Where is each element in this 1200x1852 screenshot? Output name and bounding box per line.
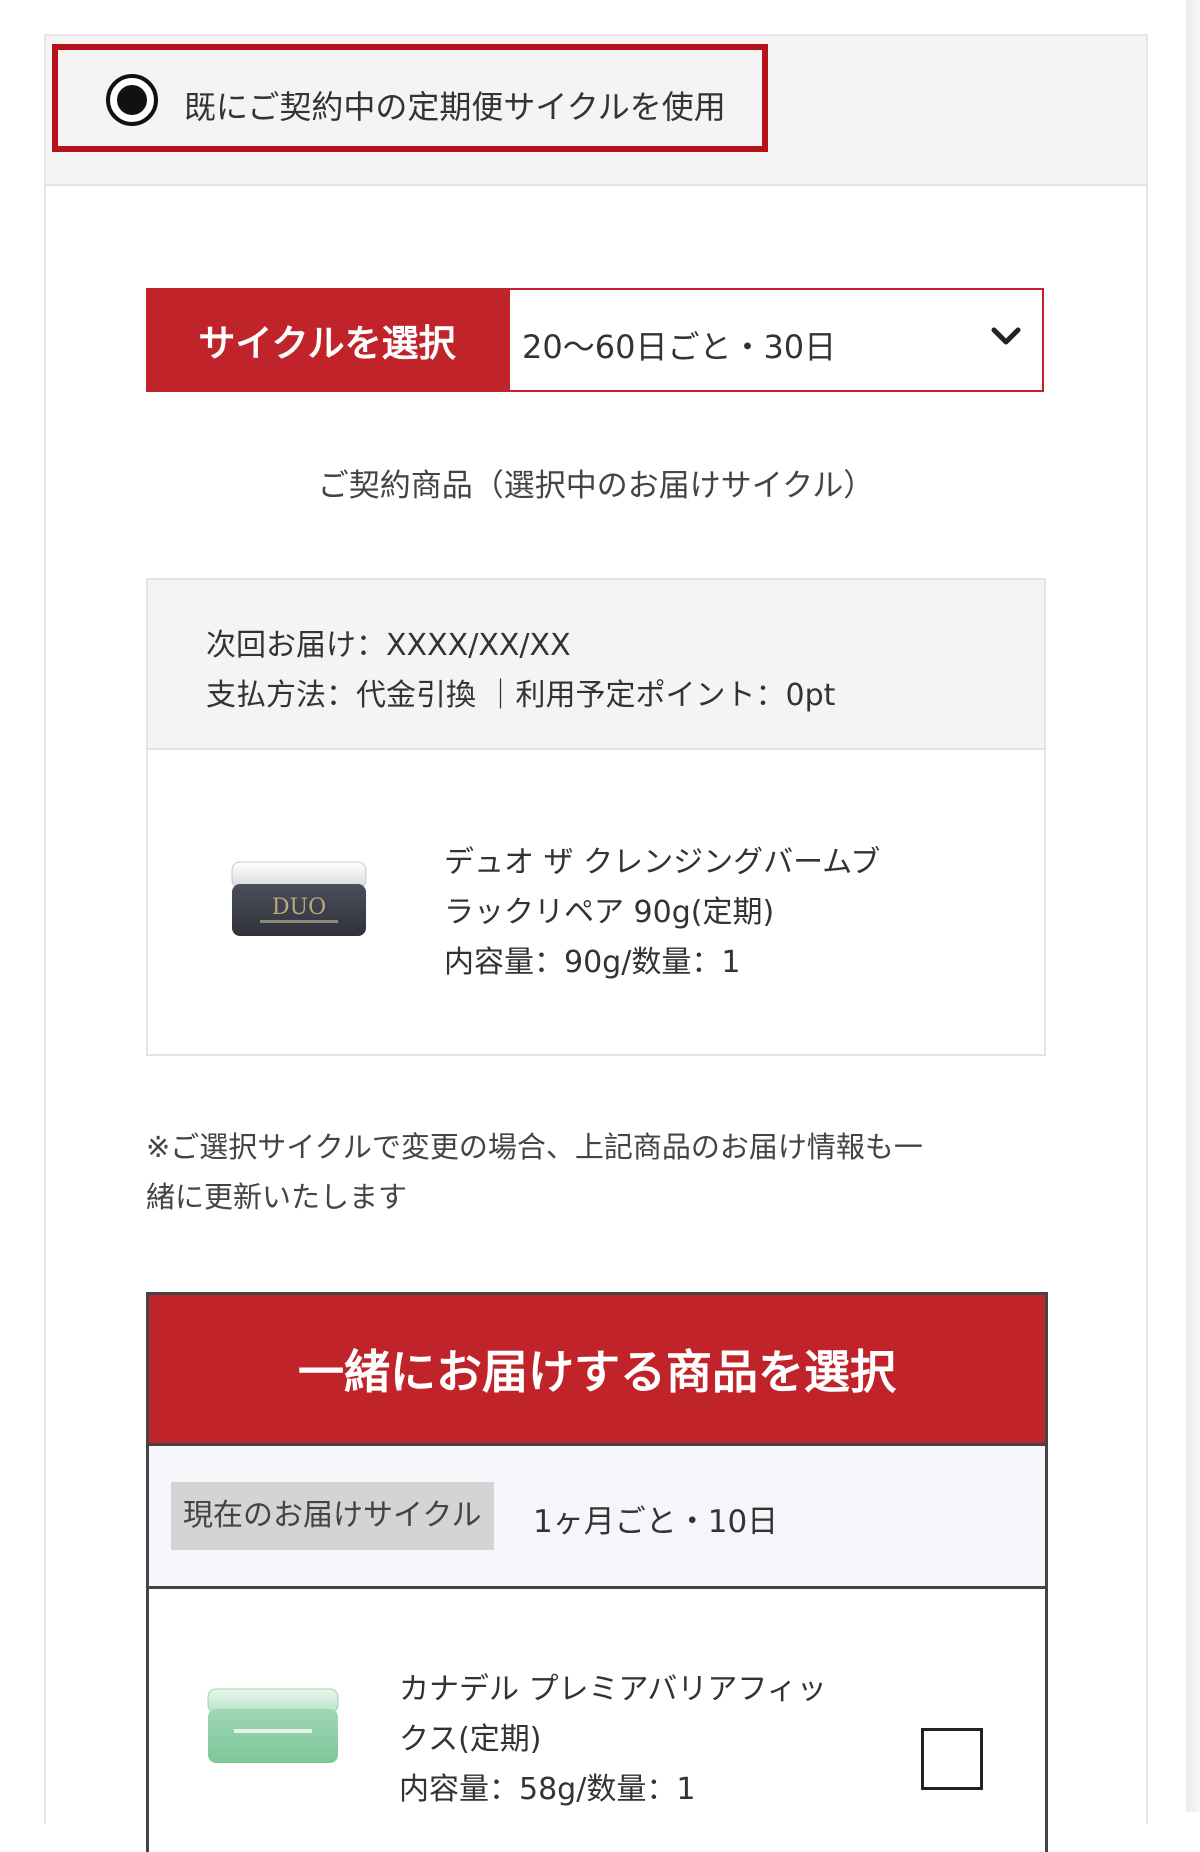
cycle-select-value: 20〜60日ごと・30日: [522, 328, 837, 366]
contract-info: 次回お届け：XXXX/XX/XX 支払方法：代金引換 ｜利用予定ポイント：0pt: [148, 580, 1044, 750]
notice-line2: 緒に更新いたします: [146, 1180, 408, 1214]
bundle-item-name-line2: クス(定期): [399, 1722, 542, 1757]
existing-cycle-radio-label[interactable]: 既にご契約中の定期便サイクルを使用: [184, 82, 726, 128]
bundle-selector-title: 一緒にお届けする商品を選択: [149, 1295, 1045, 1446]
product-name-line2: ラックリペア 90g(定期): [444, 895, 775, 930]
bundle-item-details: カナデル プレミアバリアフィッ クス(定期) 内容量：58g/数量：1: [399, 1665, 827, 1815]
notice-line1: ※ご選択サイクルで変更の場合、上記商品のお届け情報も一: [146, 1130, 923, 1164]
page-scrollbar-gutter: [1186, 0, 1200, 1812]
contract-product-details: デュオ ザ クレンジングバームブ ラックリペア 90g(定期) 内容量：90g/…: [444, 838, 880, 988]
duo-balm-jar-image: DUO: [231, 861, 367, 936]
product-name-line1: デュオ ザ クレンジングバームブ: [444, 845, 881, 880]
contract-product-card: 次回お届け：XXXX/XX/XX 支払方法：代金引換 ｜利用予定ポイント：0pt…: [146, 578, 1046, 1056]
bundle-item-quantity: 内容量：58g/数量：1: [399, 1772, 696, 1807]
radio-option-highlight[interactable]: 既にご契約中の定期便サイクルを使用: [52, 44, 768, 152]
current-cycle-value: 1ヶ月ごと・10日: [533, 1504, 779, 1540]
existing-cycle-radio[interactable]: [106, 74, 158, 126]
contract-products-title: ご契約商品（選択中のお届けサイクル）: [317, 468, 875, 504]
bundle-product-selector: 一緒にお届けする商品を選択 現在のお届けサイクル 1ヶ月ごと・10日 カナデル …: [146, 1292, 1048, 1852]
next-delivery-date: 次回お届け：XXXX/XX/XX: [206, 628, 571, 663]
product-quantity: 内容量：90g/数量：1: [444, 945, 741, 980]
current-cycle-label: 現在のお届けサイクル: [171, 1482, 494, 1550]
cycle-change-notice: ※ご選択サイクルで変更の場合、上記商品のお届け情報も一 緒に更新いたします: [146, 1122, 1046, 1222]
bundle-item-checkbox[interactable]: [921, 1728, 983, 1790]
radio-selected-dot: [117, 85, 147, 115]
cycle-select-row: サイクルを選択 20〜60日ごと・30日: [146, 288, 1044, 392]
current-cycle-row: 現在のお届けサイクル 1ヶ月ごと・10日: [149, 1446, 1045, 1589]
cycle-select-dropdown[interactable]: 20〜60日ごと・30日: [508, 288, 1044, 392]
canadel-jar-image: [207, 1688, 339, 1763]
cycle-select-label: サイクルを選択: [146, 288, 508, 392]
payment-method: 支払方法：代金引換 ｜利用予定ポイント：0pt: [206, 678, 836, 713]
cycle-panel: 既にご契約中の定期便サイクルを使用 サイクルを選択 20〜60日ごと・30日 ご…: [44, 34, 1148, 1852]
bundle-item-name-line1: カナデル プレミアバリアフィッ: [399, 1672, 827, 1707]
svg-text:DUO: DUO: [272, 895, 326, 920]
chevron-down-icon: [991, 327, 1021, 345]
panel-header: 既にご契約中の定期便サイクルを使用: [46, 36, 1146, 186]
